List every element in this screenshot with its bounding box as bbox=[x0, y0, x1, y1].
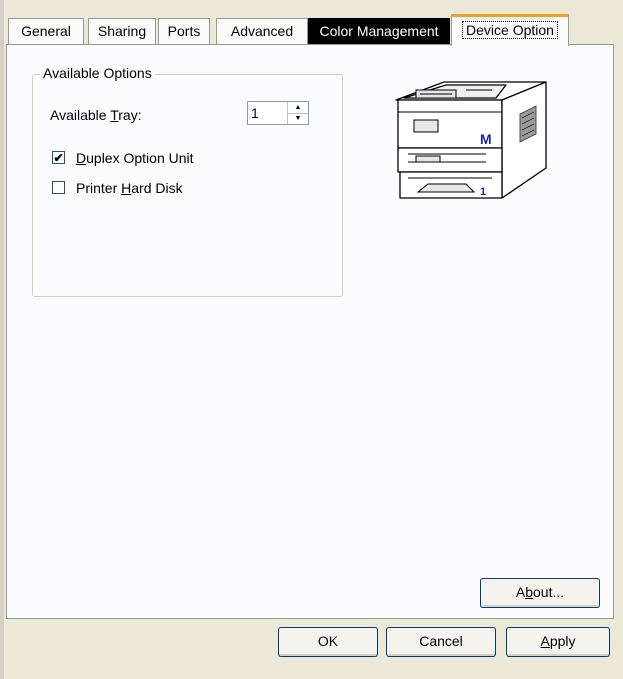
printer-front-letter: M bbox=[480, 131, 492, 147]
apply-rest: pply bbox=[549, 633, 576, 649]
harddisk-label-pre: Printer bbox=[76, 180, 122, 196]
apply-mnemonic: A bbox=[540, 633, 550, 649]
about-mnemonic: b bbox=[525, 584, 533, 600]
group-title: Available Options bbox=[40, 64, 155, 82]
duplex-mnemonic: D bbox=[76, 150, 87, 166]
duplex-label-rest: uplex Option Unit bbox=[86, 150, 194, 166]
about-button[interactable]: About... bbox=[480, 578, 600, 608]
printer-hard-disk-checkbox[interactable] bbox=[52, 181, 65, 194]
ok-button[interactable]: OK bbox=[278, 627, 378, 657]
tray-label-post: ray: bbox=[118, 107, 142, 123]
tray-label-pre: Available bbox=[50, 107, 111, 123]
about-pre: A bbox=[515, 584, 526, 600]
about-post: out... bbox=[533, 584, 565, 600]
duplex-option-label[interactable]: Duplex Option Unit bbox=[76, 149, 194, 167]
printer-tray-number: 1 bbox=[480, 186, 486, 198]
available-tray-label: Available Tray: bbox=[50, 106, 142, 124]
spin-down-icon[interactable]: ▼ bbox=[288, 113, 308, 124]
available-tray-input[interactable] bbox=[251, 104, 289, 122]
harddisk-mnemonic: H bbox=[121, 180, 132, 196]
cancel-button[interactable]: Cancel bbox=[386, 627, 496, 657]
harddisk-label-rest: ard Disk bbox=[131, 180, 183, 196]
available-tray-spinner[interactable]: ▲ ▼ bbox=[247, 101, 309, 125]
printer-icon: M 1 bbox=[395, 81, 547, 199]
spinner-buttons: ▲ ▼ bbox=[287, 102, 308, 124]
apply-button[interactable]: Apply bbox=[506, 627, 610, 657]
duplex-option-checkbox[interactable]: ✔ bbox=[52, 151, 65, 164]
printer-hard-disk-label[interactable]: Printer Hard Disk bbox=[76, 179, 183, 197]
